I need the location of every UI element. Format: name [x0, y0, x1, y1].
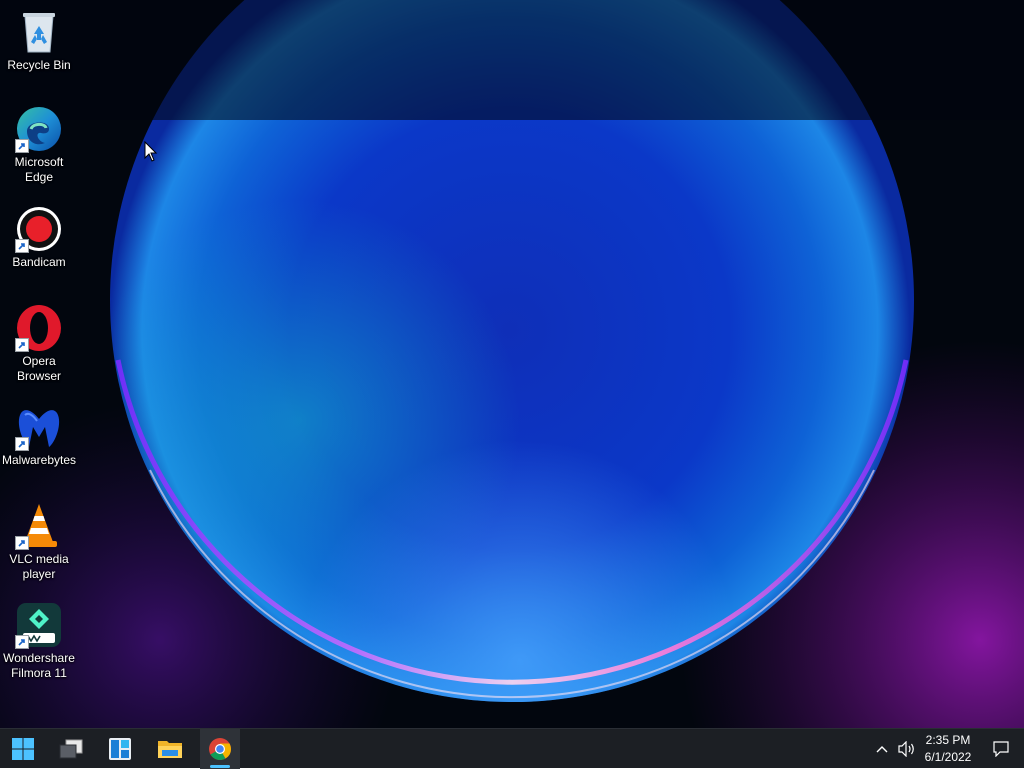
- desktop-icon-bandicam[interactable]: Bandicam: [0, 205, 78, 270]
- shortcut-arrow-icon: [15, 635, 29, 649]
- desktop-icon-label: Recycle Bin: [7, 58, 71, 72]
- desktop-icon-label: Malwarebytes: [1, 453, 77, 467]
- desktop-icon-wondershare-filmora[interactable]: Wondershare Filmora 11: [0, 601, 78, 681]
- speaker-icon: [898, 741, 914, 757]
- start-button[interactable]: [3, 729, 43, 769]
- shortcut-arrow-icon: [15, 139, 29, 153]
- widgets-icon: [109, 738, 131, 760]
- wallpaper: [0, 0, 1024, 728]
- shortcut-arrow-icon: [15, 239, 29, 253]
- clock-time: 2:35 PM: [925, 733, 971, 747]
- desktop-icon-vlc-media-player[interactable]: VLC media player: [0, 502, 78, 582]
- task-view-icon: [59, 739, 83, 759]
- desktop-icon-label: Opera Browser: [16, 354, 61, 383]
- desktop-icon-opera-browser[interactable]: Opera Browser: [0, 304, 78, 384]
- mouse-pointer-icon: [144, 141, 158, 162]
- notifications-button[interactable]: [988, 729, 1014, 769]
- desktop[interactable]: Recycle Bin Microsoft Edge Bandicam Oper…: [0, 0, 1024, 728]
- file-explorer-button[interactable]: [150, 729, 190, 769]
- desktop-icon-microsoft-edge[interactable]: Microsoft Edge: [0, 105, 78, 185]
- shortcut-arrow-icon: [15, 338, 29, 352]
- desktop-icon-malwarebytes[interactable]: Malwarebytes: [0, 403, 78, 468]
- task-view-button[interactable]: [51, 729, 91, 769]
- desktop-icon-recycle-bin[interactable]: Recycle Bin: [0, 8, 78, 73]
- shortcut-arrow-icon: [15, 437, 29, 451]
- clock-date: 6/1/2022: [924, 750, 972, 764]
- show-hidden-icons-button[interactable]: [872, 729, 892, 769]
- chrome-icon: [209, 738, 231, 760]
- shortcut-arrow-icon: [15, 536, 29, 550]
- volume-button[interactable]: [896, 729, 918, 769]
- desktop-icon-label: Microsoft Edge: [14, 155, 64, 184]
- desktop-icon-label: Bandicam: [12, 255, 66, 269]
- desktop-icon-label: Wondershare Filmora 11: [3, 651, 75, 680]
- notification-icon: [993, 741, 1009, 757]
- chrome-taskbar-button[interactable]: [200, 729, 240, 769]
- chevron-up-icon: [876, 746, 888, 753]
- desktop-icon-label: VLC media player: [9, 552, 69, 581]
- windows-logo-icon: [12, 738, 34, 760]
- recycle-bin-icon: [23, 13, 55, 53]
- widgets-button[interactable]: [100, 729, 140, 769]
- taskbar: 2:35 PM 6/1/2022: [0, 728, 1024, 769]
- folder-icon: [158, 741, 182, 758]
- clock[interactable]: 2:35 PM 6/1/2022: [916, 729, 980, 769]
